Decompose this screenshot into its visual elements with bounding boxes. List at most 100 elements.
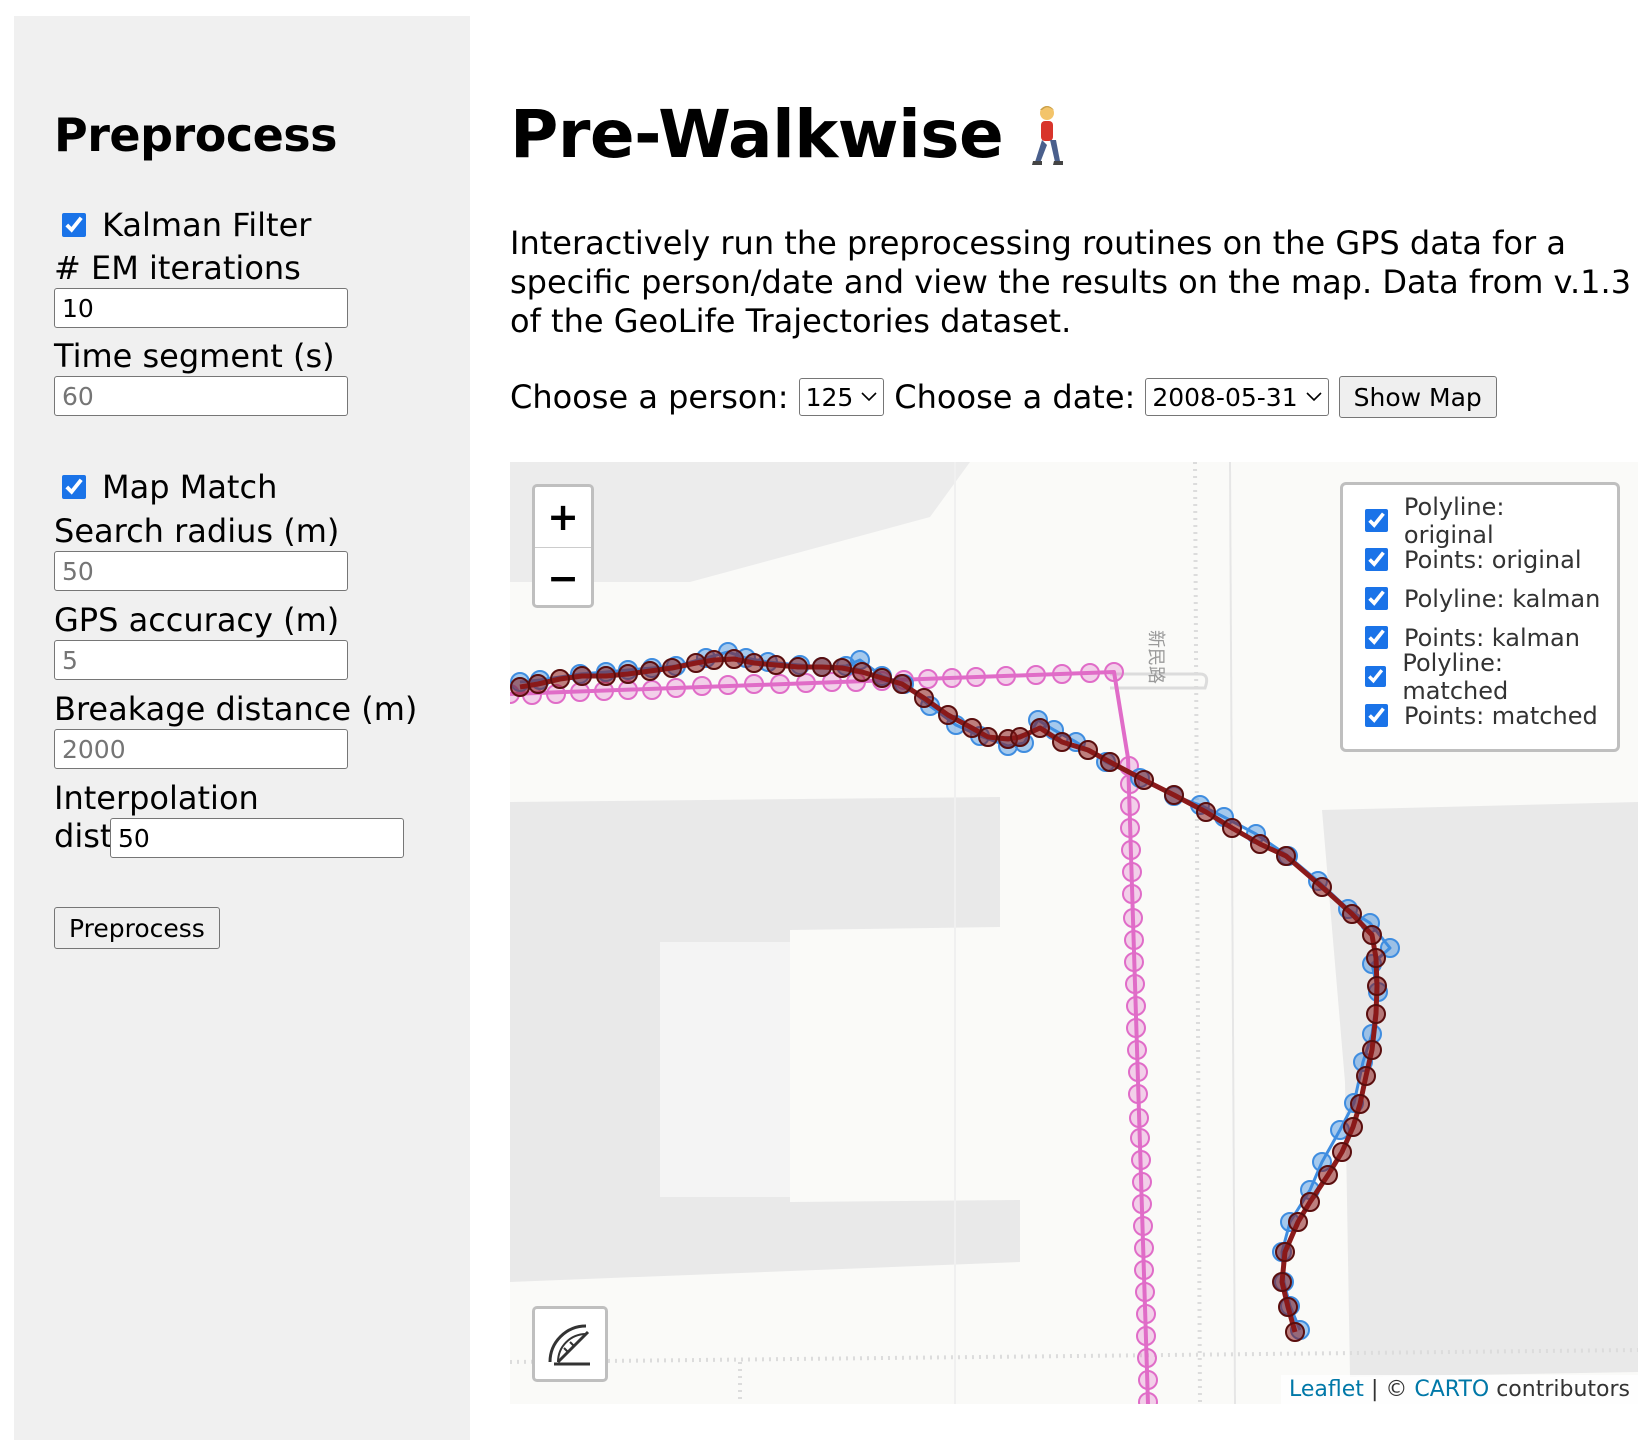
point-matched[interactable] [1130,1128,1150,1148]
point-kalman[interactable] [832,658,852,678]
point-matched[interactable] [1134,1260,1154,1280]
point-matched[interactable] [1135,1282,1155,1302]
point-kalman[interactable] [962,718,982,738]
interpolation-distance-input[interactable] [110,818,404,858]
point-kalman[interactable] [1285,1322,1305,1342]
point-matched[interactable] [1125,974,1145,994]
point-matched[interactable] [996,666,1016,686]
point-matched[interactable] [1138,1370,1158,1390]
leaflet-link[interactable]: Leaflet [1289,1377,1364,1402]
layer-checkbox[interactable] [1365,548,1388,571]
em-iterations-input[interactable] [54,288,348,328]
point-kalman[interactable] [1030,718,1050,738]
point-kalman[interactable] [1350,1094,1370,1114]
point-kalman[interactable] [812,657,832,677]
point-matched[interactable] [1124,952,1144,972]
search-radius-input[interactable] [54,551,348,591]
point-kalman[interactable] [788,657,808,677]
point-matched[interactable] [692,676,712,696]
point-matched[interactable] [770,674,790,694]
point-kalman[interactable] [618,664,638,684]
layer-polyline-kalman[interactable]: Polyline: kalman [1359,579,1601,618]
point-matched[interactable] [1133,1216,1153,1236]
point-kalman[interactable] [744,653,764,673]
layer-checkbox[interactable] [1365,587,1388,610]
point-matched[interactable] [1136,1326,1156,1346]
point-matched[interactable] [642,680,662,700]
point-matched[interactable] [1080,663,1100,683]
point-kalman[interactable] [510,677,530,697]
point-matched[interactable] [1134,1238,1154,1258]
point-matched[interactable] [1120,796,1140,816]
kalman-filter-toggle[interactable]: Kalman Filter [62,206,311,244]
person-select[interactable]: 125 [798,378,885,416]
point-kalman[interactable] [1366,1004,1386,1024]
point-kalman[interactable] [1367,976,1387,996]
point-kalman[interactable] [1278,1297,1298,1317]
layer-polyline-original[interactable]: Polyline: original [1359,493,1601,549]
point-matched[interactable] [1138,1392,1158,1404]
zoom-out-button[interactable]: − [535,547,591,605]
point-kalman[interactable] [1343,1117,1363,1137]
point-matched[interactable] [1128,1062,1148,1082]
point-matched[interactable] [1104,662,1124,682]
point-matched[interactable] [918,669,938,689]
layer-polyline-matched[interactable]: Polyline: matched [1359,649,1601,705]
kalman-filter-checkbox[interactable] [62,213,86,237]
point-kalman[interactable] [1100,752,1120,772]
point-kalman[interactable] [704,650,724,670]
point-matched[interactable] [1052,664,1072,684]
layer-checkbox[interactable] [1365,509,1388,532]
point-matched[interactable] [1127,1040,1147,1060]
point-matched[interactable] [1122,884,1142,904]
point-matched[interactable] [1128,1084,1148,1104]
layer-points-matched[interactable]: Points: matched [1359,696,1601,735]
point-kalman[interactable] [1250,834,1270,854]
show-map-button[interactable]: Show Map [1338,376,1497,418]
point-kalman[interactable] [724,649,744,669]
point-kalman[interactable] [1312,877,1332,897]
point-matched[interactable] [718,675,738,695]
point-kalman[interactable] [978,727,998,747]
point-kalman[interactable] [640,661,660,681]
point-matched[interactable] [744,674,764,694]
point-kalman[interactable] [1078,740,1098,760]
point-kalman[interactable] [852,662,872,682]
date-select[interactable]: 2008-05-31 [1145,378,1329,416]
point-kalman[interactable] [914,688,934,708]
point-matched[interactable] [1136,1304,1156,1324]
point-kalman[interactable] [1300,1192,1320,1212]
point-kalman[interactable] [1052,732,1072,752]
point-kalman[interactable] [596,666,616,686]
point-matched[interactable] [1124,930,1144,950]
point-matched[interactable] [1121,840,1141,860]
point-kalman[interactable] [662,658,682,678]
point-matched[interactable] [666,678,686,698]
preprocess-button[interactable]: Preprocess [54,907,220,949]
point-kalman[interactable] [1366,948,1386,968]
point-kalman[interactable] [528,674,548,694]
point-matched[interactable] [1132,1172,1152,1192]
point-matched[interactable] [1131,1150,1151,1170]
point-matched[interactable] [1123,908,1143,928]
point-matched[interactable] [966,667,986,687]
point-matched[interactable] [1120,818,1140,838]
point-kalman[interactable] [572,666,592,686]
point-kalman[interactable] [938,705,958,725]
point-kalman[interactable] [550,669,570,689]
layer-points-original[interactable]: Points: original [1359,540,1601,579]
map-match-toggle[interactable]: Map Match [62,468,277,506]
carto-link[interactable]: CARTO [1414,1377,1489,1402]
point-matched[interactable] [1126,996,1146,1016]
point-matched[interactable] [1126,1018,1146,1038]
point-matched[interactable] [1122,862,1142,882]
point-kalman[interactable] [1196,802,1216,822]
point-kalman[interactable] [1342,904,1362,924]
point-kalman[interactable] [1164,785,1184,805]
point-kalman[interactable] [1332,1142,1352,1162]
point-kalman[interactable] [1010,727,1030,747]
point-matched[interactable] [942,668,962,688]
point-kalman[interactable] [686,653,706,673]
point-kalman[interactable] [872,668,892,688]
point-kalman[interactable] [766,655,786,675]
